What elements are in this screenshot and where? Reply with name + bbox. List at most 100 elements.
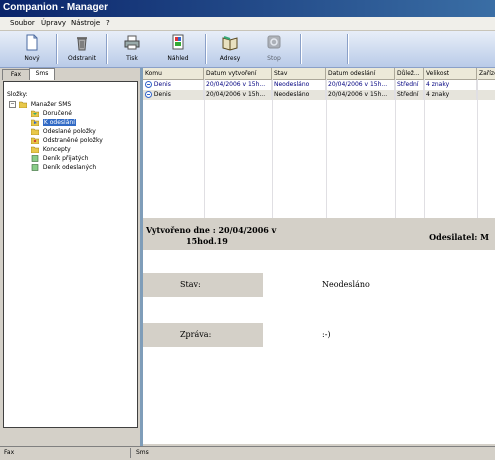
delete-button-label: Odstranit (68, 55, 96, 62)
cell-created: 20/04/2006 v 15h... (204, 80, 272, 90)
window-title: Companion - Manager (3, 2, 109, 13)
status-divider (130, 448, 131, 458)
folder-label: K odeslání (42, 119, 76, 126)
panel-tabs: Fax Sms (0, 68, 140, 80)
message-detail: Vytvořeno dne : 20/04/2006 v 15hod.19 Od… (143, 222, 495, 444)
preview-button-label: Náhled (167, 55, 189, 62)
created-line-2: 15hod.19 (186, 236, 228, 246)
preview-icon (172, 34, 184, 50)
message-value: :-) (322, 330, 331, 339)
folders-title: Složky: (7, 91, 28, 98)
new-document-icon (26, 34, 38, 51)
status-bar: Fax Sms (0, 446, 495, 460)
tab-sms[interactable]: Sms (29, 68, 55, 80)
cell-sent-date: 20/04/2006 v 15h... (326, 80, 395, 90)
grid-line (424, 79, 425, 218)
toolbar-separator (106, 34, 108, 64)
toolbar-separator (300, 34, 302, 64)
print-button-label: Tisk (126, 55, 138, 62)
menu-nastroje[interactable]: Nástroje (71, 19, 100, 27)
toolbar-separator (205, 34, 207, 64)
column-header-sent-date[interactable]: Datum odeslání (326, 68, 395, 79)
cell-size: 4 znaky (424, 80, 477, 90)
created-line-1: Vytvořeno dne : 20/04/2006 v (146, 225, 277, 235)
collapse-icon[interactable]: − (9, 101, 16, 108)
grid-line (477, 79, 478, 218)
title-bar: Companion - Manager (0, 0, 495, 17)
tree-root-sms-manager[interactable]: − Manažer SMS (9, 100, 71, 109)
folder-received-log[interactable]: Deník přijatých (31, 154, 88, 163)
trash-icon (77, 37, 87, 51)
folder-outbox[interactable]: K odeslání (31, 118, 76, 127)
outbox-icon (31, 119, 39, 126)
toolbar-separator (347, 34, 349, 64)
stop-button-label: Stop (267, 55, 281, 62)
toolbar-separator (56, 34, 58, 64)
address-book-button-label: Adresy (219, 55, 241, 62)
log-icon (31, 155, 39, 162)
status-label: Stav: (180, 280, 201, 289)
folder-drafts[interactable]: Koncepty (31, 145, 71, 154)
detail-header: Vytvořeno dne : 20/04/2006 v 15hod.19 Od… (143, 222, 495, 250)
address-book-icon (222, 36, 238, 51)
preview-button[interactable]: Náhled (158, 34, 198, 66)
stop-button[interactable]: Stop (254, 34, 294, 66)
cell-status: Neodesláno (272, 80, 326, 90)
status-value: Neodesláno (322, 280, 370, 289)
message-list-header: Komu Datum vytvoření Stav Datum odeslání… (143, 68, 495, 80)
new-button[interactable]: Nový (12, 34, 52, 66)
status-left: Fax (4, 449, 15, 456)
menu-soubor[interactable]: Soubor (10, 19, 35, 27)
deleted-folder-icon (31, 137, 39, 144)
folder-sent[interactable]: Odeslané položky (31, 127, 96, 136)
folder-inbox[interactable]: Doručené (31, 109, 72, 118)
folder-label: Deník přijatých (42, 155, 89, 162)
new-button-label: Nový (24, 55, 40, 62)
column-header-status[interactable]: Stav (272, 68, 326, 79)
cell-status: Neodesláno (272, 90, 326, 100)
created-date: Vytvořeno dne : 20/04/2006 v 15hod.19 (146, 225, 326, 247)
print-button[interactable]: Tisk (112, 34, 152, 66)
status-label-box: Stav: (143, 273, 263, 297)
folder-deleted[interactable]: Odstraněné položky (31, 136, 103, 145)
table-row[interactable]: Denis 20/04/2006 v 15h... Neodesláno 20/… (143, 80, 495, 90)
menu-bar: Soubor Úpravy Nástroje ? (0, 17, 495, 31)
folder-sent-log[interactable]: Deník odeslaných (31, 163, 96, 172)
folder-label: Koncepty (42, 146, 71, 153)
folder-label: Odeslané položky (42, 128, 96, 135)
folder-label: Doručené (42, 110, 72, 117)
column-header-priority[interactable]: Důlež... (395, 68, 424, 79)
column-header-to[interactable]: Komu (143, 68, 204, 79)
grid-line (204, 79, 205, 218)
tree-root-label: Manažer SMS (30, 101, 72, 108)
cell-size: 4 znaky (424, 90, 477, 100)
message-label-box: Zpráva: (143, 323, 263, 347)
menu-upravy[interactable]: Úpravy (41, 19, 66, 27)
folder-label: Deník odeslaných (42, 164, 97, 171)
message-label: Zpráva: (180, 330, 212, 339)
column-header-created[interactable]: Datum vytvoření (204, 68, 272, 79)
tab-fax[interactable]: Fax (2, 69, 30, 80)
sender: Odesilatel: M (429, 232, 489, 242)
grid-line (326, 79, 327, 218)
printer-icon (124, 35, 140, 50)
column-header-size[interactable]: Velikost (424, 68, 477, 79)
grid-line (272, 79, 273, 218)
drafts-folder-icon (31, 146, 39, 153)
address-book-button[interactable]: Adresy (210, 34, 250, 66)
cell-to: Denis (143, 80, 204, 90)
sms-message-icon (145, 91, 152, 98)
cell-priority: Střední (395, 80, 424, 90)
cell-created: 20/04/2006 v 15h... (204, 90, 272, 100)
folder-panel: Složky: − Manažer SMS Doručené K odeslán… (3, 81, 138, 428)
delete-button[interactable]: Odstranit (62, 34, 102, 66)
cell-priority: Střední (395, 90, 424, 100)
column-header-device[interactable]: Zařízení (477, 68, 495, 79)
message-list: Komu Datum vytvoření Stav Datum odeslání… (143, 68, 495, 218)
sms-message-icon (145, 81, 152, 88)
table-row[interactable]: Denis 20/04/2006 v 15h... Neodesláno 20/… (143, 90, 495, 100)
folder-label: Odstraněné položky (42, 137, 103, 144)
menu-help[interactable]: ? (106, 19, 110, 27)
stop-icon (267, 35, 281, 49)
status-right: Sms (136, 449, 149, 456)
